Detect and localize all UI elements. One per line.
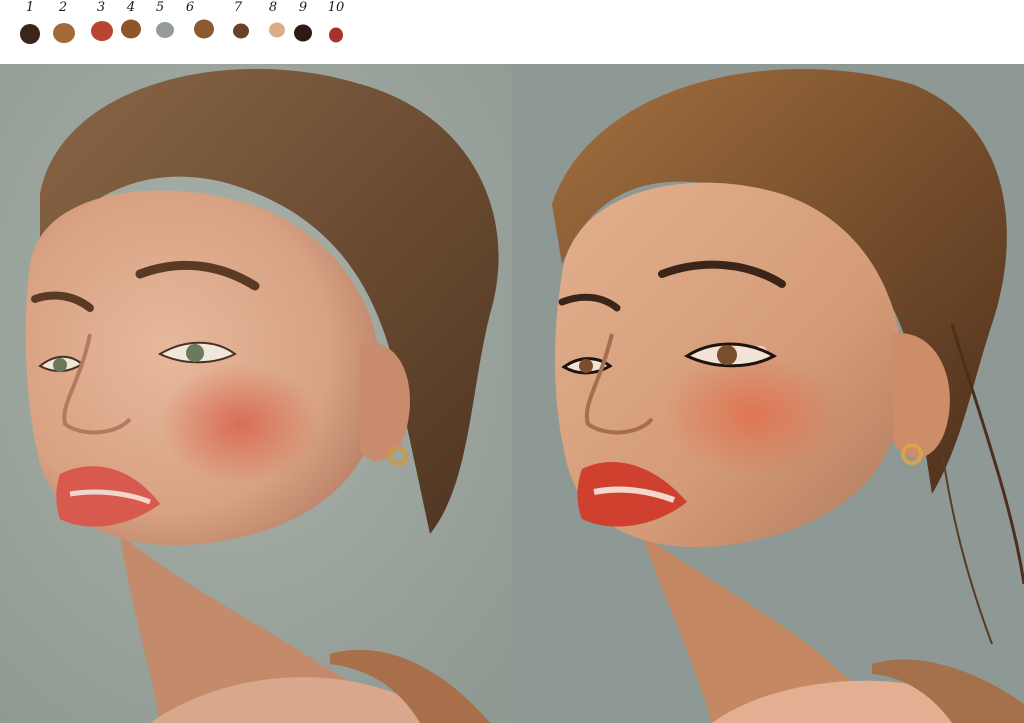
swatch-number: 7 (233, 0, 243, 15)
swatch-number: 2 (58, 0, 68, 15)
reference-photo (0, 64, 512, 723)
color-swatch (20, 24, 40, 44)
iris (186, 344, 204, 362)
iris (717, 345, 737, 365)
iris (53, 358, 67, 372)
swatch-number: 10 (327, 0, 345, 15)
color-swatch (194, 19, 214, 39)
painted-study (512, 64, 1024, 723)
color-swatch (269, 22, 285, 38)
color-swatch (156, 22, 174, 38)
swatch-number: 3 (96, 0, 106, 15)
swatch-number: 8 (268, 0, 278, 15)
color-swatch (294, 24, 312, 42)
blush (160, 364, 320, 484)
iris (579, 359, 593, 373)
swatch-number: 1 (25, 0, 35, 15)
color-swatch (329, 27, 343, 43)
swatch-number: 6 (185, 0, 195, 15)
color-swatch (233, 23, 249, 39)
swatch-number: 9 (298, 0, 308, 15)
color-swatch (121, 19, 141, 39)
color-swatch (53, 23, 75, 43)
color-palette: 1 2 3 4 5 6 7 8 9 10 (0, 0, 1024, 64)
color-swatch (91, 21, 113, 41)
blush (662, 352, 842, 476)
swatch-number: 4 (126, 0, 136, 15)
swatch-number: 5 (155, 0, 165, 15)
